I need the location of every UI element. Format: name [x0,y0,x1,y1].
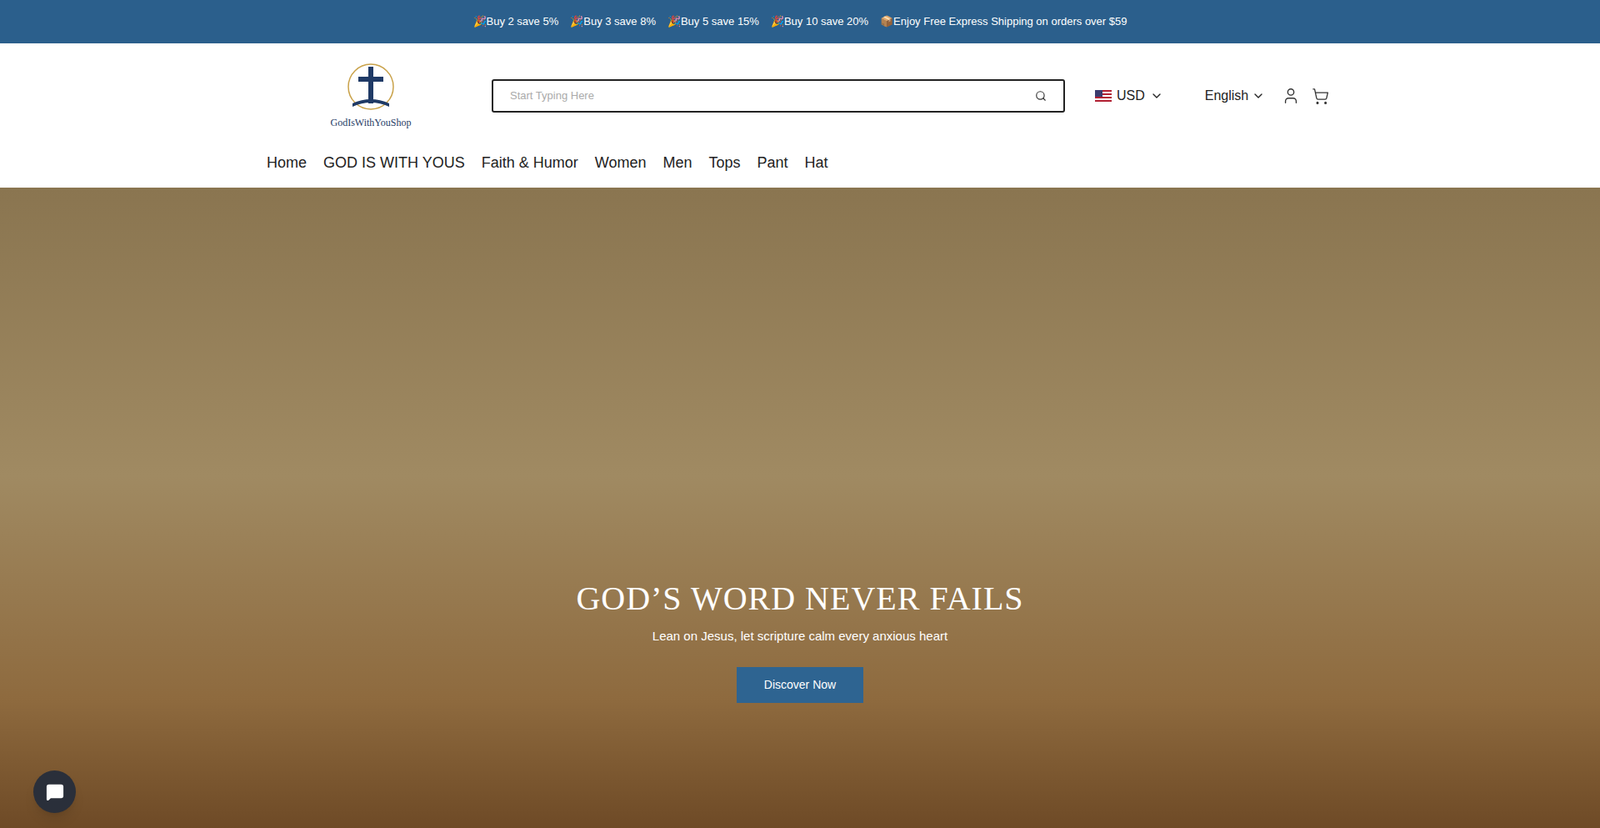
search-icon[interactable] [1035,90,1047,102]
nav-item[interactable]: Women [595,151,647,175]
us-flag-icon [1095,90,1112,102]
nav-item[interactable]: GOD IS WITH YOUS [323,151,465,175]
hero-title: GOD’S WORD NEVER FAILS [575,573,1024,624]
nav-item[interactable]: Tops [708,151,740,175]
announcement-bar: 🎉Buy 2 save 5% 🎉Buy 3 save 8% 🎉Buy 5 save … [0,0,1600,44]
announcement-item: 🎉Buy 5 save 15% [667,13,760,30]
language-selector[interactable]: English [1205,85,1265,106]
nav-item[interactable]: Hat [805,151,829,175]
nav-item[interactable]: Pant [757,151,789,175]
discover-button[interactable]: Discover Now [736,666,864,703]
page: 🎉Buy 2 save 5% 🎉Buy 3 save 8% 🎉Buy 5 save … [0,0,1600,828]
announcement-item: 🎉Buy 3 save 8% [570,13,656,30]
search-input[interactable] [510,87,1035,105]
chevron-down-icon [1150,89,1164,103]
chevron-down-icon [1251,89,1265,103]
logo-text: GodIsWithYouShop [330,115,412,130]
chat-button[interactable] [33,770,76,813]
announcement-item: 🎉Buy 2 save 5% [473,13,560,30]
main-nav: Home GOD IS WITH YOUS Faith & Humor Women Me… [266,130,1334,188]
cart-icon[interactable] [1311,87,1330,105]
nav-item[interactable]: Faith & Humor [481,151,579,175]
search-field[interactable] [491,79,1065,113]
logo[interactable]: GodIsWithYouShop [266,61,475,130]
hero: GOD’S WORD NEVER FAILSLean on Jesus, let… [0,187,1600,828]
account-icon[interactable] [1281,86,1300,105]
nav-item[interactable]: Home [266,151,307,175]
header: GodIsWithYouShop USD English Home GOD IS WIT… [0,43,1600,188]
currency-selector[interactable]: USD [1095,85,1164,106]
cross-logo-icon [345,61,396,114]
announcement-item: 🎉Buy 10 save 20% [770,13,869,30]
announcement-item: 📦Enjoy Free Express Shipping on orders o… [880,13,1127,30]
chat-icon [45,782,65,801]
nav-item[interactable]: Men [662,151,692,175]
hero-subtitle: Lean on Jesus, let scripture calm every … [652,626,948,646]
